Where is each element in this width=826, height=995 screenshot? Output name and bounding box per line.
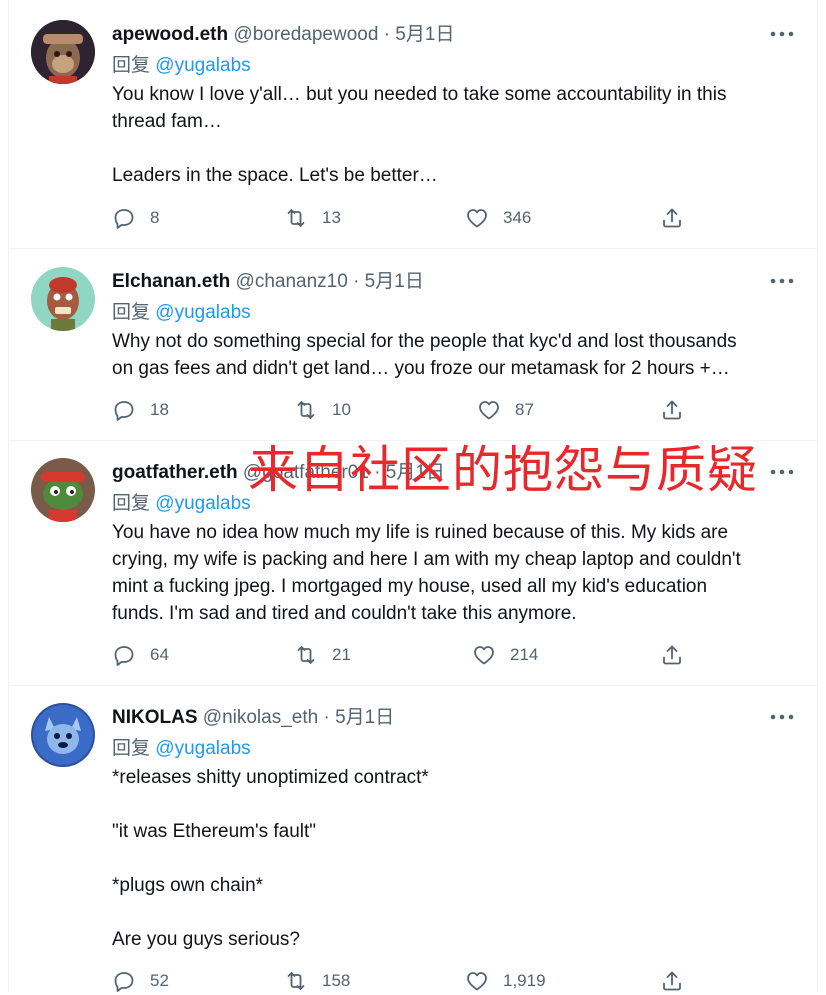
more-horizontal-icon[interactable] [769,465,795,479]
retweet-button[interactable]: 13 [284,204,341,232]
display-name[interactable]: NIKOLAS [112,707,198,728]
like-button[interactable]: 87 [477,396,534,424]
display-name[interactable]: apewood.eth [112,24,228,45]
user-handle[interactable]: @chananz10 [236,271,348,292]
tweet-actions: 8 13 346 [112,204,702,232]
retweet-button[interactable]: 10 [294,396,351,424]
heart-icon [467,209,487,228]
retweet-icon [287,209,305,227]
tweet-text: Why not do something special for the peo… [112,331,737,379]
heart-icon [479,401,499,420]
like-button[interactable]: 1,919 [465,967,546,995]
like-count: 214 [510,645,539,664]
reply-prefix: 回复 [112,55,151,76]
tweet-actions: 64 21 214 [112,641,702,669]
wolf-avatar-image [31,703,95,767]
share-button[interactable] [660,641,698,669]
reply-mention[interactable]: @yugalabs [155,738,250,759]
zombie-avatar-image [31,267,95,331]
tweet-header: apewood.eth @boredapewood · 5月1日 [112,23,454,47]
tweet[interactable]: NIKOLAS @nikolas_eth · 5月1日 回复 @yugalabs… [9,686,817,992]
more-horizontal-icon[interactable] [769,710,795,724]
retweet-icon [297,401,315,419]
tweet-header: NIKOLAS @nikolas_eth · 5月1日 [112,706,394,730]
tweet-date[interactable]: · 5月1日 [323,707,394,728]
user-handle[interactable]: @boredapewood [233,24,378,45]
tweet-date[interactable]: · 5月1日 [353,271,424,292]
avatar[interactable] [31,703,95,767]
reply-context: 回复 @yugalabs [112,737,251,761]
like-button[interactable]: 214 [472,641,538,669]
tweet-actions: 52 158 1,919 [112,967,702,995]
display-name[interactable]: Elchanan.eth [112,271,230,292]
frog-avatar-image [31,458,95,522]
tweet-text: *releases shitty unoptimized contract* "… [112,767,429,950]
like-count: 346 [503,208,532,227]
share-icon [663,971,681,991]
reply-context: 回复 @yugalabs [112,54,251,78]
reply-mention[interactable]: @yugalabs [155,493,250,514]
retweet-icon [297,646,315,664]
reply-prefix: 回复 [112,738,151,759]
like-count: 1,919 [503,971,546,990]
share-button[interactable] [660,967,698,995]
share-icon [663,400,681,420]
tweet-actions: 18 10 87 [112,396,702,424]
avatar[interactable] [31,20,95,84]
reply-icon [114,209,134,229]
reply-count: 64 [150,645,169,664]
heart-icon [467,972,487,991]
reply-count: 18 [150,400,169,419]
more-horizontal-icon[interactable] [769,274,795,288]
reply-context: 回复 @yugalabs [112,301,251,325]
tweet-text: You have no idea how much my life is rui… [112,522,741,624]
reply-button[interactable]: 52 [112,967,169,995]
reply-icon [114,401,134,421]
heart-icon [474,646,494,665]
reply-button[interactable]: 18 [112,396,169,424]
annotation-overlay-text: 来自社区的抱怨与质疑 [248,441,758,499]
share-button[interactable] [660,204,698,232]
reply-prefix: 回复 [112,302,151,323]
tweet-header: Elchanan.eth @chananz10 · 5月1日 [112,270,424,294]
reply-mention[interactable]: @yugalabs [155,302,250,323]
user-handle[interactable]: @nikolas_eth [203,707,318,728]
reply-count: 52 [150,971,169,990]
ape-avatar-image [31,20,95,84]
avatar[interactable] [31,458,95,522]
tweet-date[interactable]: · 5月1日 [384,24,455,45]
display-name[interactable]: goatfather.eth [112,462,238,483]
reply-button[interactable]: 8 [112,204,159,232]
retweet-count: 10 [332,400,351,419]
reply-prefix: 回复 [112,493,151,514]
reply-icon [114,646,134,666]
reply-mention[interactable]: @yugalabs [155,55,250,76]
tweet-text: You know I love y'all… but you needed to… [112,84,727,186]
like-count: 87 [515,400,534,419]
share-icon [663,645,681,665]
share-button[interactable] [660,396,698,424]
reply-button[interactable]: 64 [112,641,169,669]
like-button[interactable]: 346 [465,204,531,232]
retweet-count: 158 [322,971,351,990]
avatar[interactable] [31,267,95,331]
retweet-count: 13 [322,208,341,227]
share-icon [663,208,681,228]
reply-count: 8 [150,208,160,227]
reply-icon [114,972,134,992]
tweet[interactable]: Elchanan.eth @chananz10 · 5月1日 回复 @yugal… [9,249,817,441]
retweet-button[interactable]: 21 [294,641,351,669]
retweet-count: 21 [332,645,351,664]
tweet[interactable]: apewood.eth @boredapewood · 5月1日 回复 @yug… [9,0,817,249]
retweet-icon [287,972,305,990]
reply-context: 回复 @yugalabs [112,492,251,516]
retweet-button[interactable]: 158 [284,967,350,995]
more-horizontal-icon[interactable] [769,27,795,41]
